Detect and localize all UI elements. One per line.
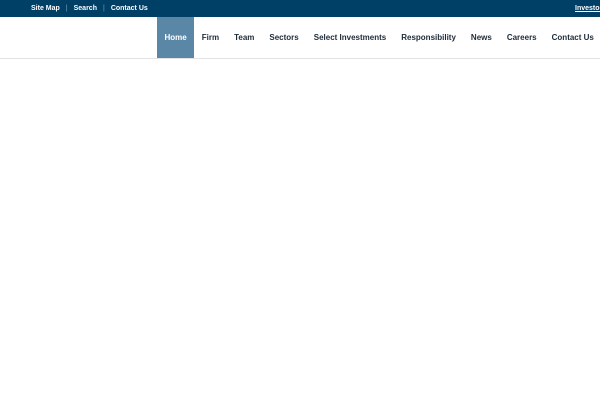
utility-links: Site Map | Search | Contact Us	[31, 0, 148, 17]
nav-sectors[interactable]: Sectors	[262, 17, 306, 58]
utility-bar: Site Map | Search | Contact Us Investor	[0, 0, 600, 17]
nav-team[interactable]: Team	[227, 17, 262, 58]
main-navbar: Home Firm Team Sectors Select Investment…	[0, 17, 600, 59]
divider: |	[102, 5, 105, 12]
nav-select-investments[interactable]: Select Investments	[306, 17, 393, 58]
contact-us-utility-link[interactable]: Contact Us	[111, 5, 148, 12]
search-link[interactable]: Search	[74, 5, 97, 12]
site-map-link[interactable]: Site Map	[31, 5, 60, 12]
nav-contact-us[interactable]: Contact Us	[544, 17, 600, 58]
nav-home[interactable]: Home	[157, 17, 195, 58]
nav-news[interactable]: News	[463, 17, 499, 58]
nav-careers[interactable]: Careers	[499, 17, 544, 58]
nav-responsibility[interactable]: Responsibility	[394, 17, 464, 58]
nav-firm[interactable]: Firm	[194, 17, 226, 58]
investor-link[interactable]: Investor	[575, 0, 600, 17]
main-nav: Home Firm Team Sectors Select Investment…	[157, 17, 600, 58]
divider: |	[65, 5, 68, 12]
